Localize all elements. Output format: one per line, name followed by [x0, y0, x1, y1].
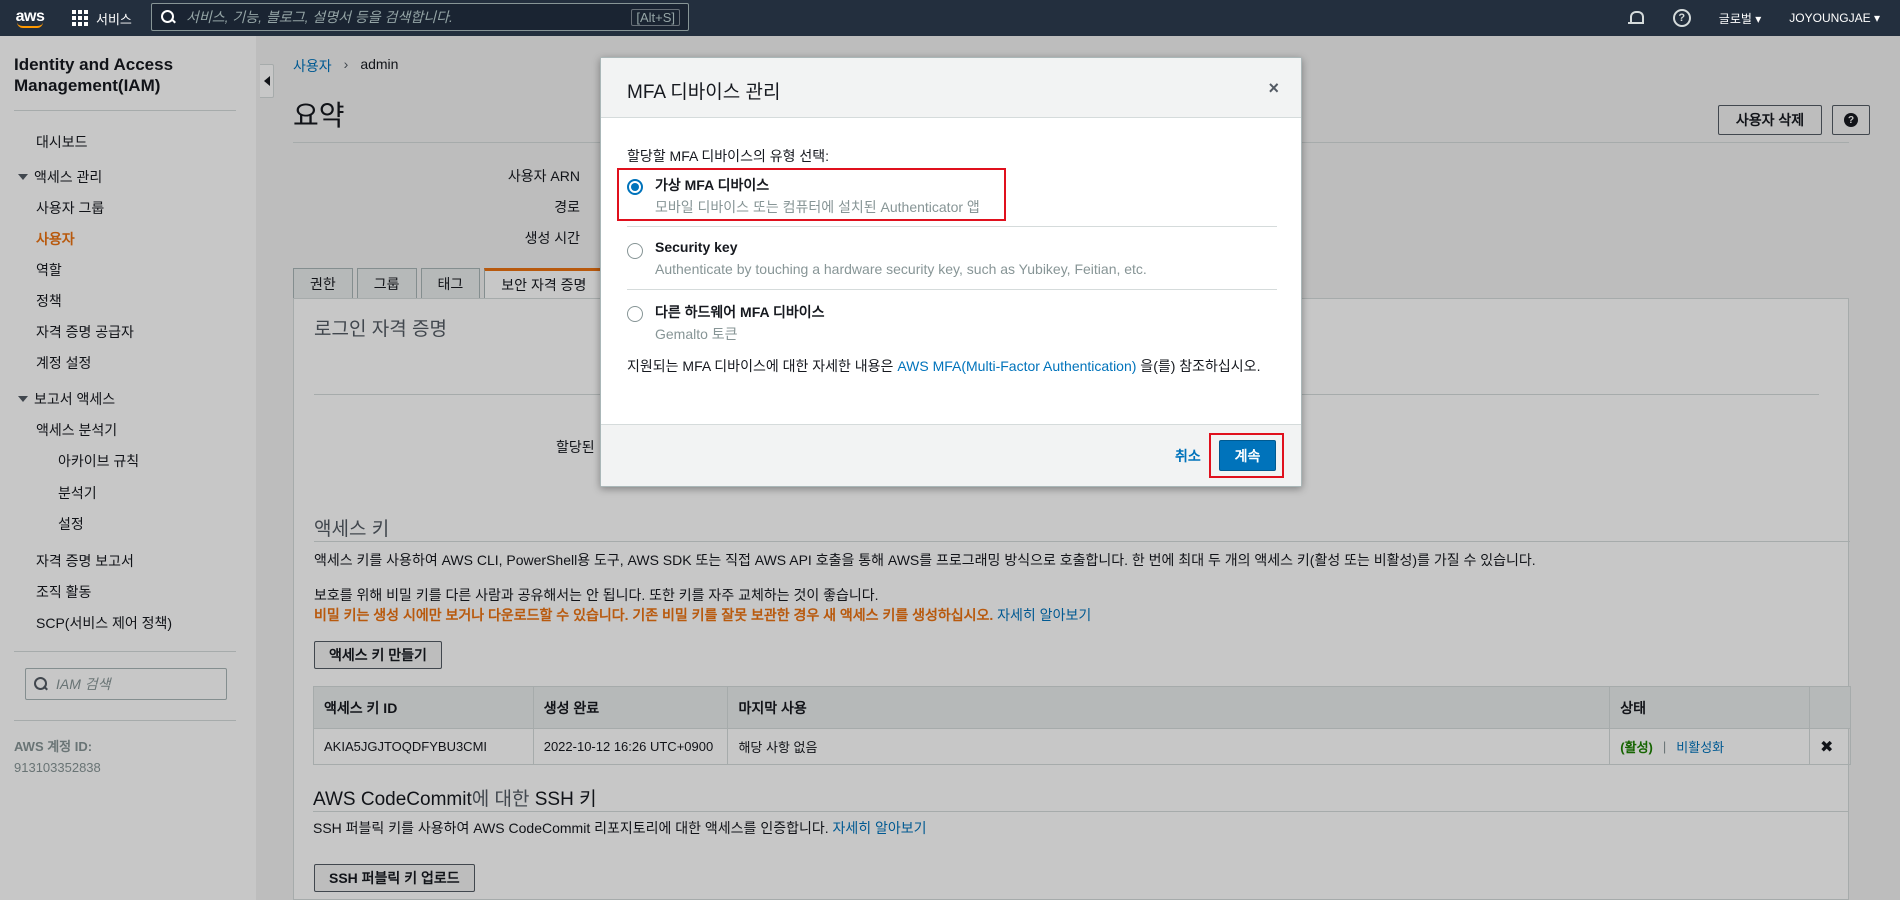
- mfa-device-modal: MFA 디바이스 관리 × 할당할 MFA 디바이스의 유형 선택: 가상 MF…: [600, 57, 1302, 487]
- modal-header: MFA 디바이스 관리 ×: [601, 58, 1301, 118]
- option-divider: [627, 226, 1277, 227]
- option-security-key[interactable]: Security key Authenticate by touching a …: [627, 239, 1277, 279]
- modal-footer: 취소 계속: [601, 424, 1301, 486]
- highlight-box: [1209, 433, 1284, 478]
- highlight-box: [617, 168, 1006, 221]
- mfa-support-note: 지원되는 MFA 디바이스에 대한 자세한 내용은 AWS MFA(Multi-…: [627, 358, 1261, 374]
- option-divider: [627, 289, 1277, 290]
- cancel-button[interactable]: 취소: [1175, 446, 1201, 466]
- modal-title: MFA 디바이스 관리: [627, 82, 781, 103]
- radio-security-key[interactable]: [627, 243, 643, 259]
- aws-mfa-link[interactable]: AWS MFA(Multi-Factor Authentication): [897, 358, 1136, 374]
- mfa-type-prompt: 할당할 MFA 디바이스의 유형 선택:: [627, 148, 830, 164]
- radio-hardware-mfa[interactable]: [627, 306, 643, 322]
- option-hardware-mfa[interactable]: 다른 하드웨어 MFA 디바이스 Gemalto 토큰: [627, 302, 1277, 342]
- close-icon[interactable]: ×: [1268, 78, 1279, 99]
